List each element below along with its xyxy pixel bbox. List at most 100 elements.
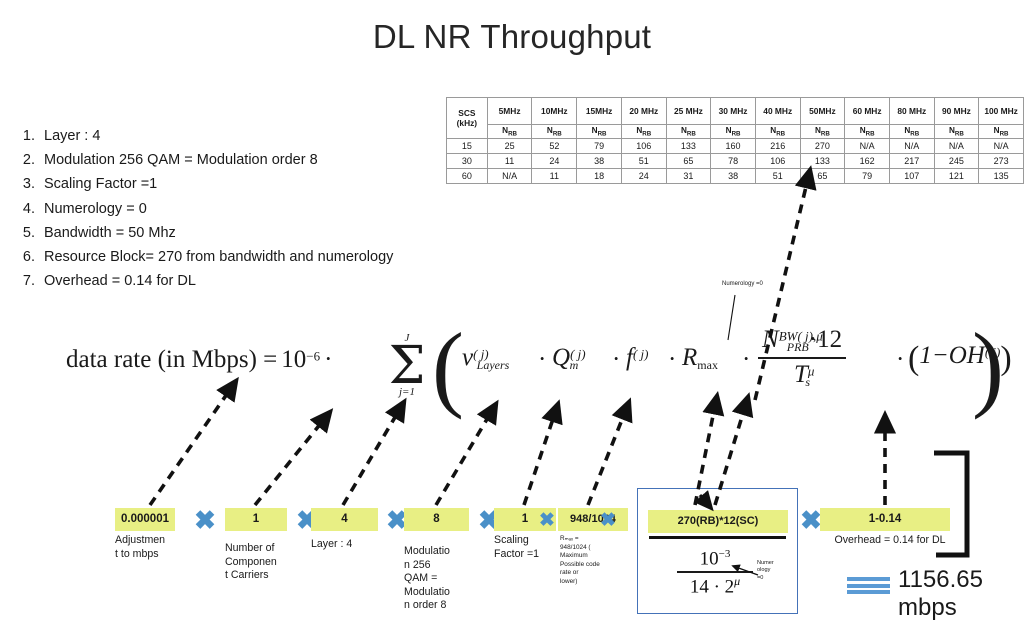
nrb-subscript: RB	[731, 130, 741, 138]
list-item-number: 3.	[22, 176, 35, 193]
formula-dot-3: ·	[612, 346, 621, 373]
multiply-icon: ✖	[600, 510, 616, 531]
row-scs: 30	[446, 153, 488, 169]
table-cell: N/A	[486, 168, 533, 184]
formula-dot-5: ·	[742, 346, 751, 373]
nrb-subscript: RB	[910, 130, 920, 138]
column-header: 5MHz	[486, 97, 533, 125]
factor-caption-layers: Layer : 4	[311, 538, 353, 550]
table-header-row: SCS (kHz) 5MHz 10MHz 15MHz 20 MHz 25 MHz…	[446, 97, 1024, 139]
list-item-number: 5.	[22, 224, 35, 241]
nrb-subscript: RB	[508, 130, 518, 138]
table-cell: 133	[665, 138, 712, 154]
arrow-carriers	[253, 408, 334, 507]
formula-v: v	[462, 344, 474, 371]
nrb-subheader: NRB	[888, 124, 935, 139]
table-cell: 24	[620, 168, 667, 184]
arrow-layers	[341, 397, 407, 506]
formula-ten: 10	[281, 346, 307, 373]
inner-denominator-exp: μ	[734, 573, 741, 588]
column-header: 10MHz	[531, 97, 578, 125]
inner-denominator-base: 14 · 2	[689, 576, 735, 598]
table-cell: 273	[978, 153, 1024, 169]
table-cell: 216	[754, 138, 801, 154]
column-header: 90 MHz	[933, 97, 980, 125]
row-scs: 15	[446, 138, 488, 154]
list-item-label: Modulation 256 QAM = Modulation order 8	[44, 152, 318, 169]
factor-box-modulation: 8	[404, 508, 469, 531]
column-header: 40 MHz	[754, 97, 801, 125]
row-scs: 60	[446, 168, 488, 184]
formula-nprb: N	[762, 326, 779, 353]
list-item: 3. Scaling Factor =1	[14, 172, 444, 196]
column-header: 25 MHz	[665, 97, 712, 125]
list-item-label: Layer : 4	[44, 128, 101, 144]
fraction-bar	[649, 536, 786, 540]
multiply-icon: ✖	[800, 505, 822, 535]
nrb-subheader: NRB	[978, 124, 1024, 139]
table-cell: N/A	[844, 138, 890, 154]
formula-r: R	[682, 344, 698, 371]
table-cell: 24	[531, 153, 578, 169]
table-cell: 65	[665, 153, 712, 169]
column-header: 15MHz	[576, 97, 622, 125]
inner-numerator: 10−3	[665, 548, 765, 570]
list-item-number: 1.	[22, 128, 35, 144]
nrb-subscript: RB	[686, 130, 696, 138]
multiply-icon: ✖	[194, 505, 216, 535]
formula-dot-4: ·	[668, 346, 677, 373]
factor-box-rb-sc: 270(RB)*12(SC)	[648, 510, 788, 533]
nrb-subheader: NRB	[665, 124, 712, 139]
list-item-number: 2.	[22, 152, 35, 169]
table-cell: 217	[888, 153, 935, 169]
list-item: 7. Overhead = 0.14 for DL	[14, 269, 444, 293]
formula-dot: ·	[324, 346, 333, 373]
table-cell: 133	[799, 153, 846, 169]
open-paren-2: (	[908, 340, 920, 377]
throughput-formula: data rate (in Mbps) = 10−6 · J Σ j=1 ( v…	[66, 319, 1012, 415]
nrb-subscript: RB	[642, 130, 652, 138]
nrb-subscript: RB	[954, 130, 964, 138]
list-item-label: Numerology = 0	[44, 200, 147, 217]
table-cell: 162	[844, 153, 890, 169]
nrb-subheader: NRB	[754, 124, 801, 139]
formula-v-subscript: Layers	[476, 358, 510, 373]
table-cell: N/A	[888, 138, 935, 154]
table-cell: 106	[620, 138, 667, 154]
table-cell: 51	[620, 153, 667, 169]
list-item: 6. Resource Block= 270 from bandwidth an…	[14, 245, 444, 269]
table-cell: 38	[710, 168, 756, 184]
table-row: 30 11 24 38 51 65 78 106 133 162 217 245…	[446, 153, 1024, 169]
nrb-subheader: NRB	[486, 124, 533, 139]
table-cell: N/A	[933, 138, 980, 154]
list-item-label: Overhead = 0.14 for DL	[44, 273, 196, 290]
nrb-subheader: NRB	[933, 124, 980, 139]
numerology-note-formula: Numerology =0	[722, 281, 763, 287]
arrow-scaling	[522, 399, 563, 506]
nrb-subheader: NRB	[576, 124, 622, 139]
scs-label: SCS	[458, 107, 476, 118]
table-cell: 38	[576, 153, 622, 169]
column-header: 100 MHz	[978, 97, 1024, 125]
table-cell: 31	[665, 168, 712, 184]
table-corner-header: SCS (kHz)	[446, 97, 488, 139]
table-row: 15 25 52 79 106 133 160 216 270 N/A N/A …	[446, 138, 1024, 154]
factor-box-carriers: 1	[225, 508, 287, 531]
scs-unit: (kHz)	[456, 118, 478, 128]
nrb-subheader: NRB	[710, 124, 756, 139]
inner-numerator-exp: −3	[718, 548, 731, 560]
formula-r-subscript: max	[697, 358, 718, 373]
inner-denominator: 14 · 2μ	[665, 574, 765, 598]
nrb-subscript: RB	[865, 130, 875, 138]
list-item: 4. Numerology = 0	[14, 197, 444, 221]
rb-inner-fraction: 10−3 14 · 2μ	[665, 548, 765, 598]
factor-caption-rmax: Rₘₐₓ = 948/1024 ( Maximum Possible code …	[560, 535, 600, 585]
nrb-subheader: NRB	[531, 124, 578, 139]
table-cell: 11	[486, 153, 533, 169]
column-header: 30 MHz	[710, 97, 756, 125]
table-cell: 18	[576, 168, 622, 184]
formula-lhs: data rate (in Mbps) =	[66, 346, 278, 373]
factor-caption-overhead: Overhead = 0.14 for DL	[834, 534, 946, 546]
table-cell: 51	[754, 168, 801, 184]
open-paren: (	[432, 313, 464, 420]
